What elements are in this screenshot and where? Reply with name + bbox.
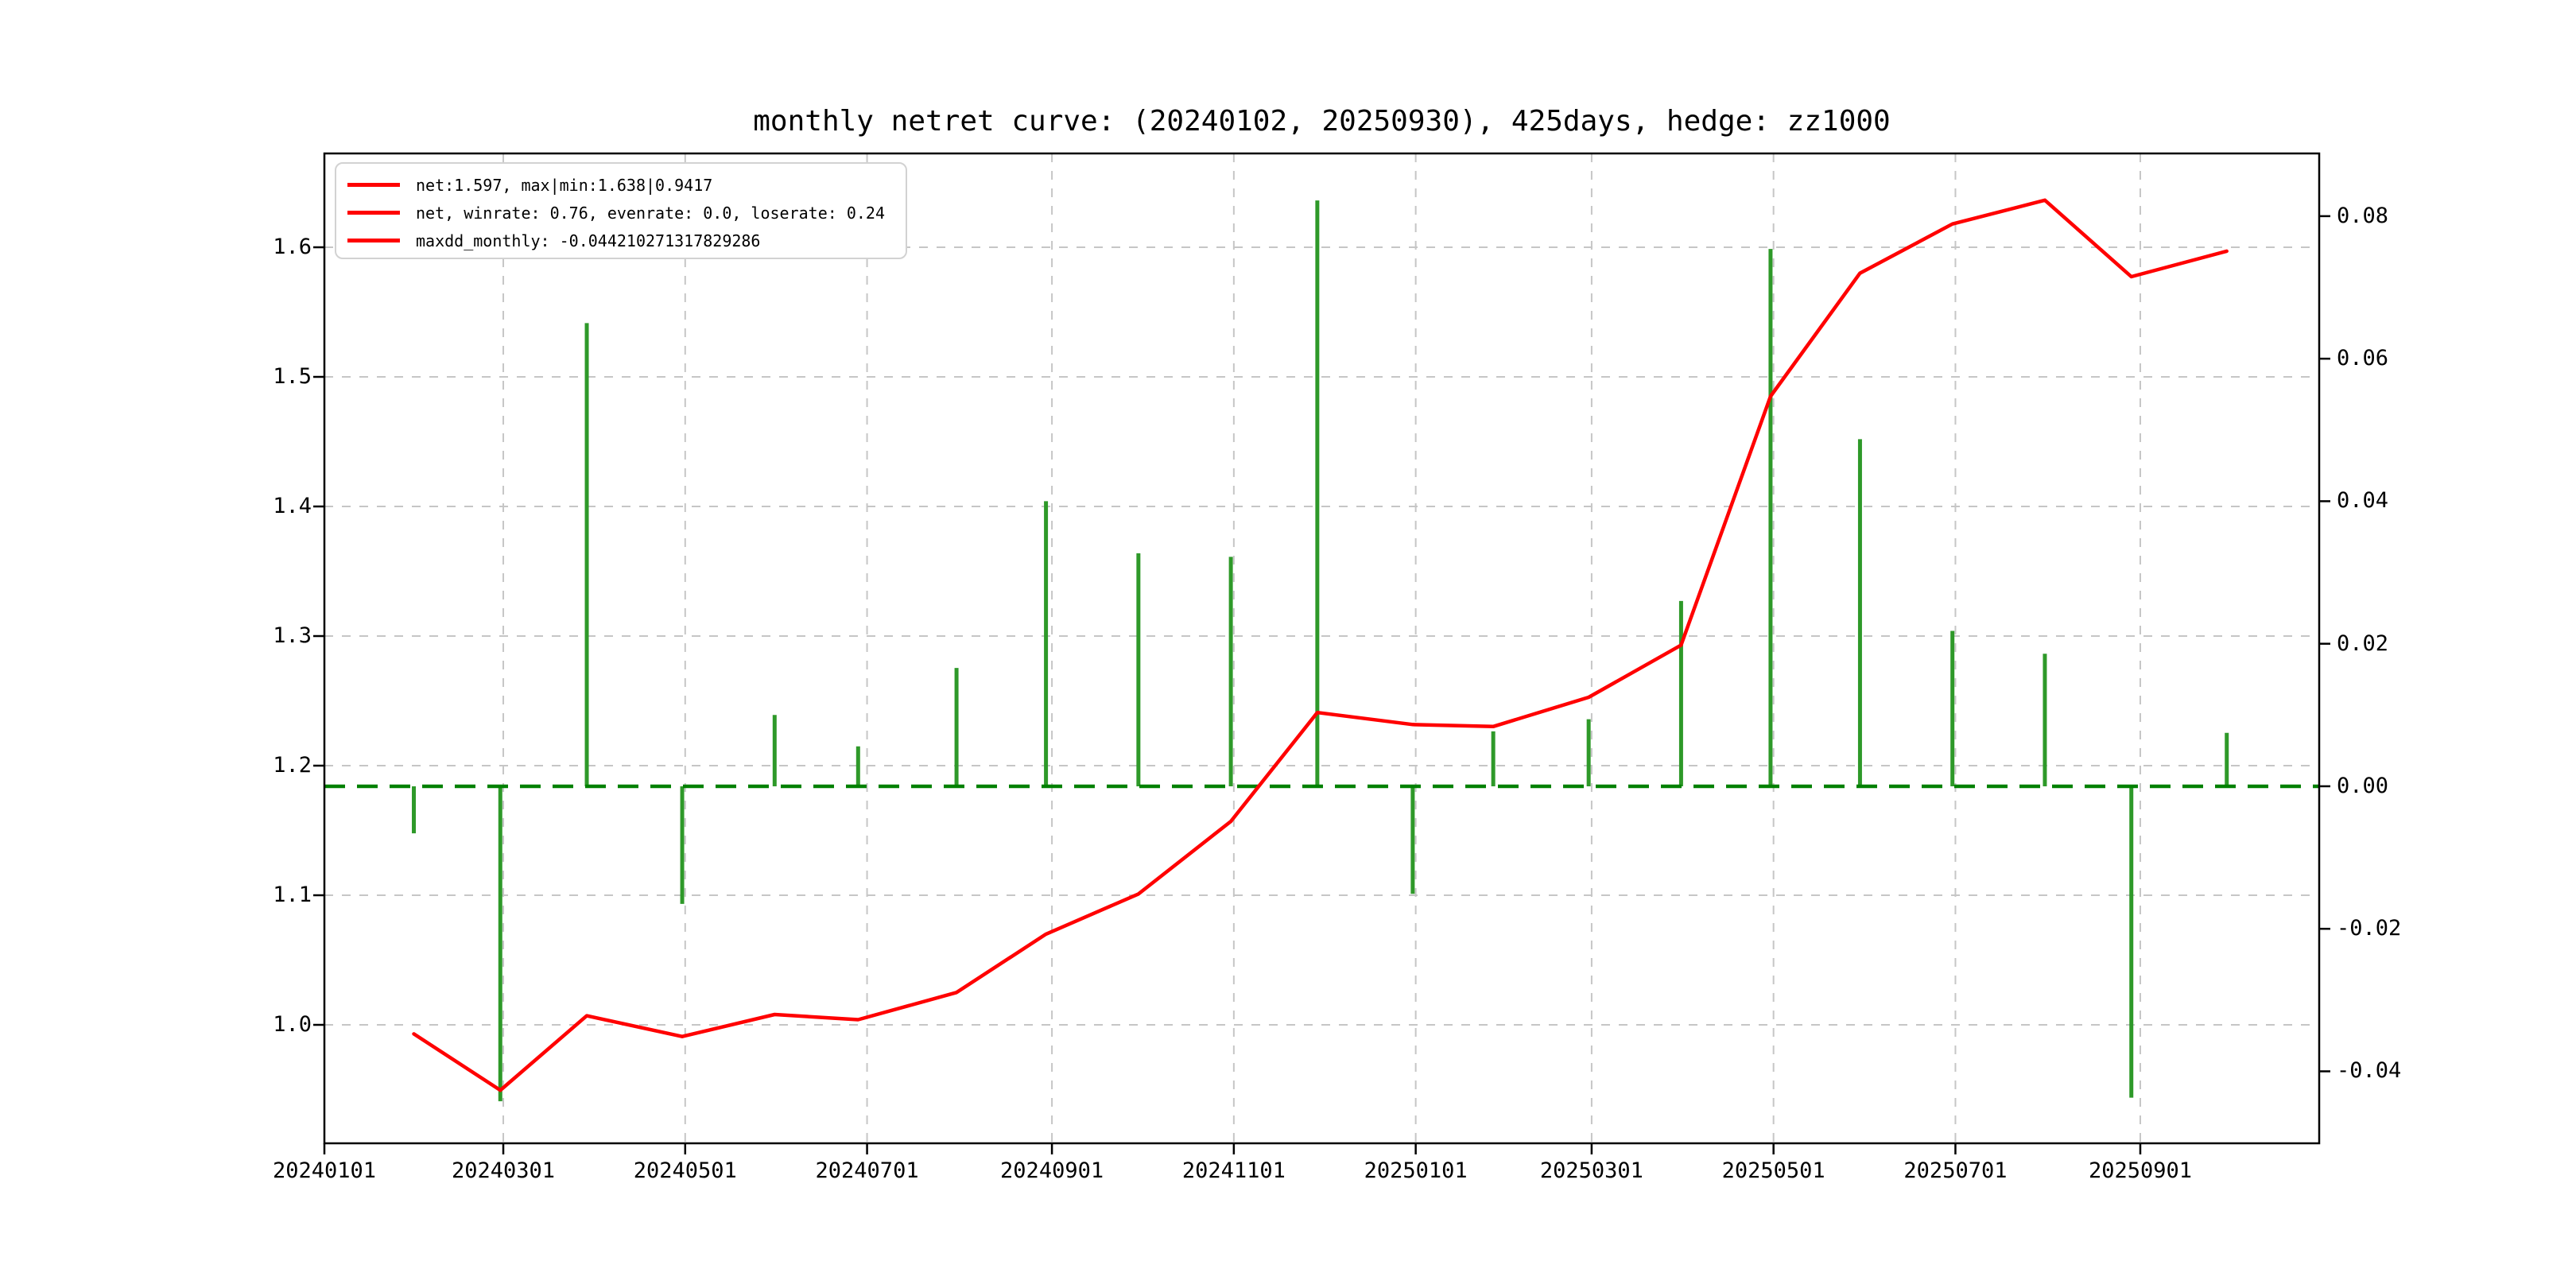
x-tick-label: 20240701 — [815, 1158, 919, 1183]
x-tick-label: 20240301 — [451, 1158, 556, 1183]
legend-entry-maxdd: maxdd_monthly: -0.044210271317829286 — [347, 227, 898, 254]
left-tick-label: 1.5 — [273, 364, 312, 389]
left-tick-label: 1.1 — [273, 883, 312, 908]
left-tick-label: 1.6 — [273, 235, 312, 259]
chart-legend: net:1.597, max|min:1.638|0.9417 net, win… — [335, 162, 907, 259]
right-tick-label: 0.02 — [2337, 630, 2389, 656]
right-tick-label: -0.04 — [2337, 1058, 2402, 1084]
left-tick-label: 1.4 — [273, 494, 312, 518]
legend-entry-net: net:1.597, max|min:1.638|0.9417 — [347, 171, 898, 199]
legend-entry-winrate: net, winrate: 0.76, evenrate: 0.0, loser… — [347, 199, 898, 227]
legend-label-maxdd: maxdd_monthly: -0.044210271317829286 — [416, 231, 761, 250]
red-line-swatch-icon — [347, 239, 400, 242]
x-tick-label: 20250301 — [1539, 1158, 1643, 1183]
red-line-swatch-icon — [347, 211, 400, 215]
x-tick-label: 20240101 — [272, 1158, 377, 1183]
legend-label-winrate: net, winrate: 0.76, evenrate: 0.0, loser… — [416, 203, 886, 223]
x-tick-label: 20250501 — [1721, 1158, 1825, 1183]
right-tick-label: 0.08 — [2337, 203, 2389, 228]
red-line-swatch-icon — [347, 183, 400, 187]
x-tick-label: 20241101 — [1181, 1158, 1286, 1183]
x-tick-label: 20250901 — [2088, 1158, 2192, 1183]
legend-label-net: net:1.597, max|min:1.638|0.9417 — [416, 175, 713, 195]
left-tick-label: 1.3 — [273, 623, 312, 648]
x-tick-label: 20250701 — [1903, 1158, 2008, 1183]
right-tick-label: 0.06 — [2337, 346, 2389, 371]
x-tick-label: 20240501 — [633, 1158, 737, 1183]
left-tick-label: 1.2 — [273, 753, 312, 778]
right-tick-label: -0.02 — [2337, 916, 2402, 941]
axes-spines — [323, 152, 2321, 1145]
chart-figure: monthly netret curve: (20240102, 2025093… — [0, 0, 2576, 1288]
right-tick-label: 0.04 — [2337, 488, 2389, 514]
right-tick-label: 0.00 — [2337, 773, 2389, 798]
x-tick-label: 20240901 — [1000, 1158, 1104, 1183]
left-tick-label: 1.0 — [273, 1012, 312, 1038]
